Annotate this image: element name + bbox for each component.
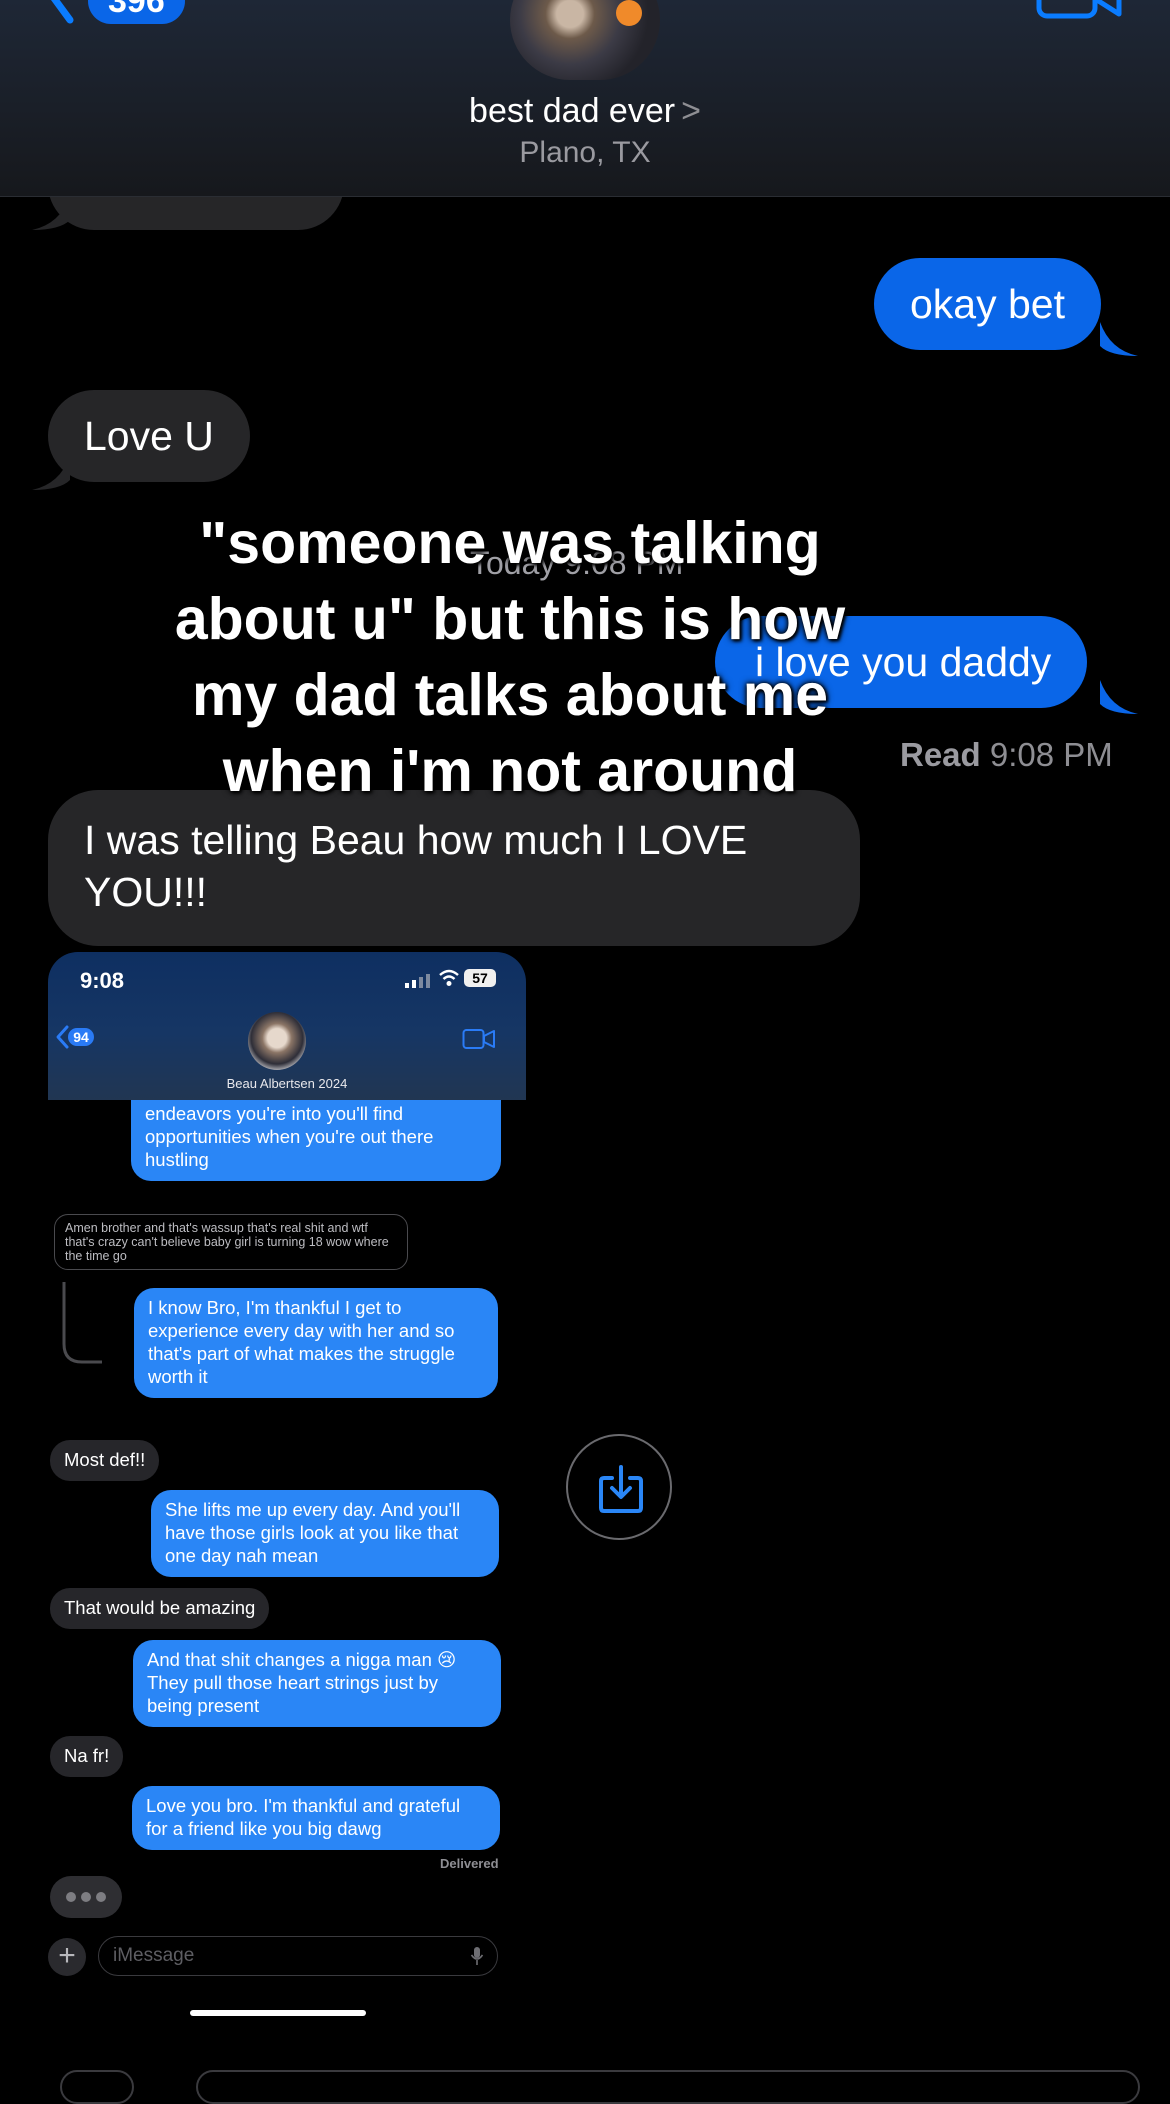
reply-thread-line: [62, 1282, 102, 1364]
home-indicator: [190, 2010, 366, 2016]
message-bubble-outgoing: endeavors you're into you'll find opport…: [131, 1100, 501, 1181]
read-time: 9:08 PM: [989, 736, 1113, 773]
microphone-icon: [470, 1947, 484, 1965]
save-download-icon: [599, 1465, 643, 1513]
bottom-add-button[interactable]: [60, 2070, 134, 2104]
typing-indicator: [50, 1876, 122, 1918]
status-time: 9:08: [80, 968, 125, 993]
message-bubble-outgoing: And that shit changes a nigga man 😢 They…: [133, 1640, 501, 1727]
signal-icon: [405, 974, 430, 988]
bubble-tail: [32, 196, 70, 230]
message-bubble-outgoing[interactable]: okay bet: [874, 258, 1101, 350]
contact-avatar[interactable]: [248, 1012, 306, 1070]
bubble-tail: [32, 456, 70, 490]
embedded-header: 9:08 57 94 Beau Albertsen 2024: [48, 952, 526, 1100]
quoted-reply: Amen brother and that's wassup that's re…: [54, 1214, 408, 1270]
message-bubble-incoming: Most def!!: [50, 1440, 160, 1481]
add-attachment-button: +: [48, 1938, 86, 1976]
contact-name[interactable]: Beau Albertsen 2024: [48, 1076, 526, 1091]
chevron-right-icon: >: [681, 92, 701, 130]
embedded-screenshot-attachment[interactable]: 9:08 57 94 Beau Albertsen 2024 endeavors…: [48, 952, 526, 2032]
save-image-button[interactable]: [566, 1434, 672, 1540]
battery-icon: 57: [464, 969, 496, 987]
contact-avatar[interactable]: [510, 0, 660, 80]
contact-location: Plano, TX: [519, 136, 651, 169]
back-unread-badge[interactable]: 94: [68, 1028, 94, 1046]
message-bubble-outgoing: Love you bro. I'm thankful and grateful …: [132, 1786, 500, 1850]
imessage-input: iMessage: [98, 1936, 498, 1976]
chevron-left-icon[interactable]: [40, 0, 90, 30]
message-bubble-incoming[interactable]: I was telling Beau how much I LOVE YOU!!…: [48, 790, 860, 946]
message-bubble-incoming[interactable]: Love U: [48, 390, 250, 482]
read-receipt: Read 9:08 PM: [900, 736, 1113, 774]
message-bubble-outgoing: She lifts me up every day. And you'll ha…: [151, 1490, 499, 1577]
video-camera-icon[interactable]: [462, 1028, 496, 1050]
message-bubble-incoming: Na fr!: [50, 1736, 124, 1777]
video-camera-icon[interactable]: [1035, 0, 1125, 25]
bottom-message-input[interactable]: [196, 2070, 1140, 2104]
back-unread-badge[interactable]: 396: [88, 0, 185, 24]
video-caption-overlay: "someone was talking about u" but this i…: [174, 510, 846, 804]
message-bubble-outgoing: I know Bro, I'm thankful I get to experi…: [134, 1288, 498, 1398]
message-bubble-incoming: That would be amazing: [50, 1588, 270, 1629]
wifi-icon: [439, 969, 459, 986]
read-label: Read: [900, 736, 981, 773]
conversation-header: 396 best dad ever > Plano, TX: [0, 0, 1170, 197]
contact-name[interactable]: best dad ever >: [0, 92, 1170, 131]
delivered-receipt: Delivered: [440, 1856, 499, 1871]
bubble-tail: [1100, 680, 1138, 714]
contact-name-text: best dad ever: [469, 92, 676, 130]
bubble-tail: [1100, 322, 1138, 356]
